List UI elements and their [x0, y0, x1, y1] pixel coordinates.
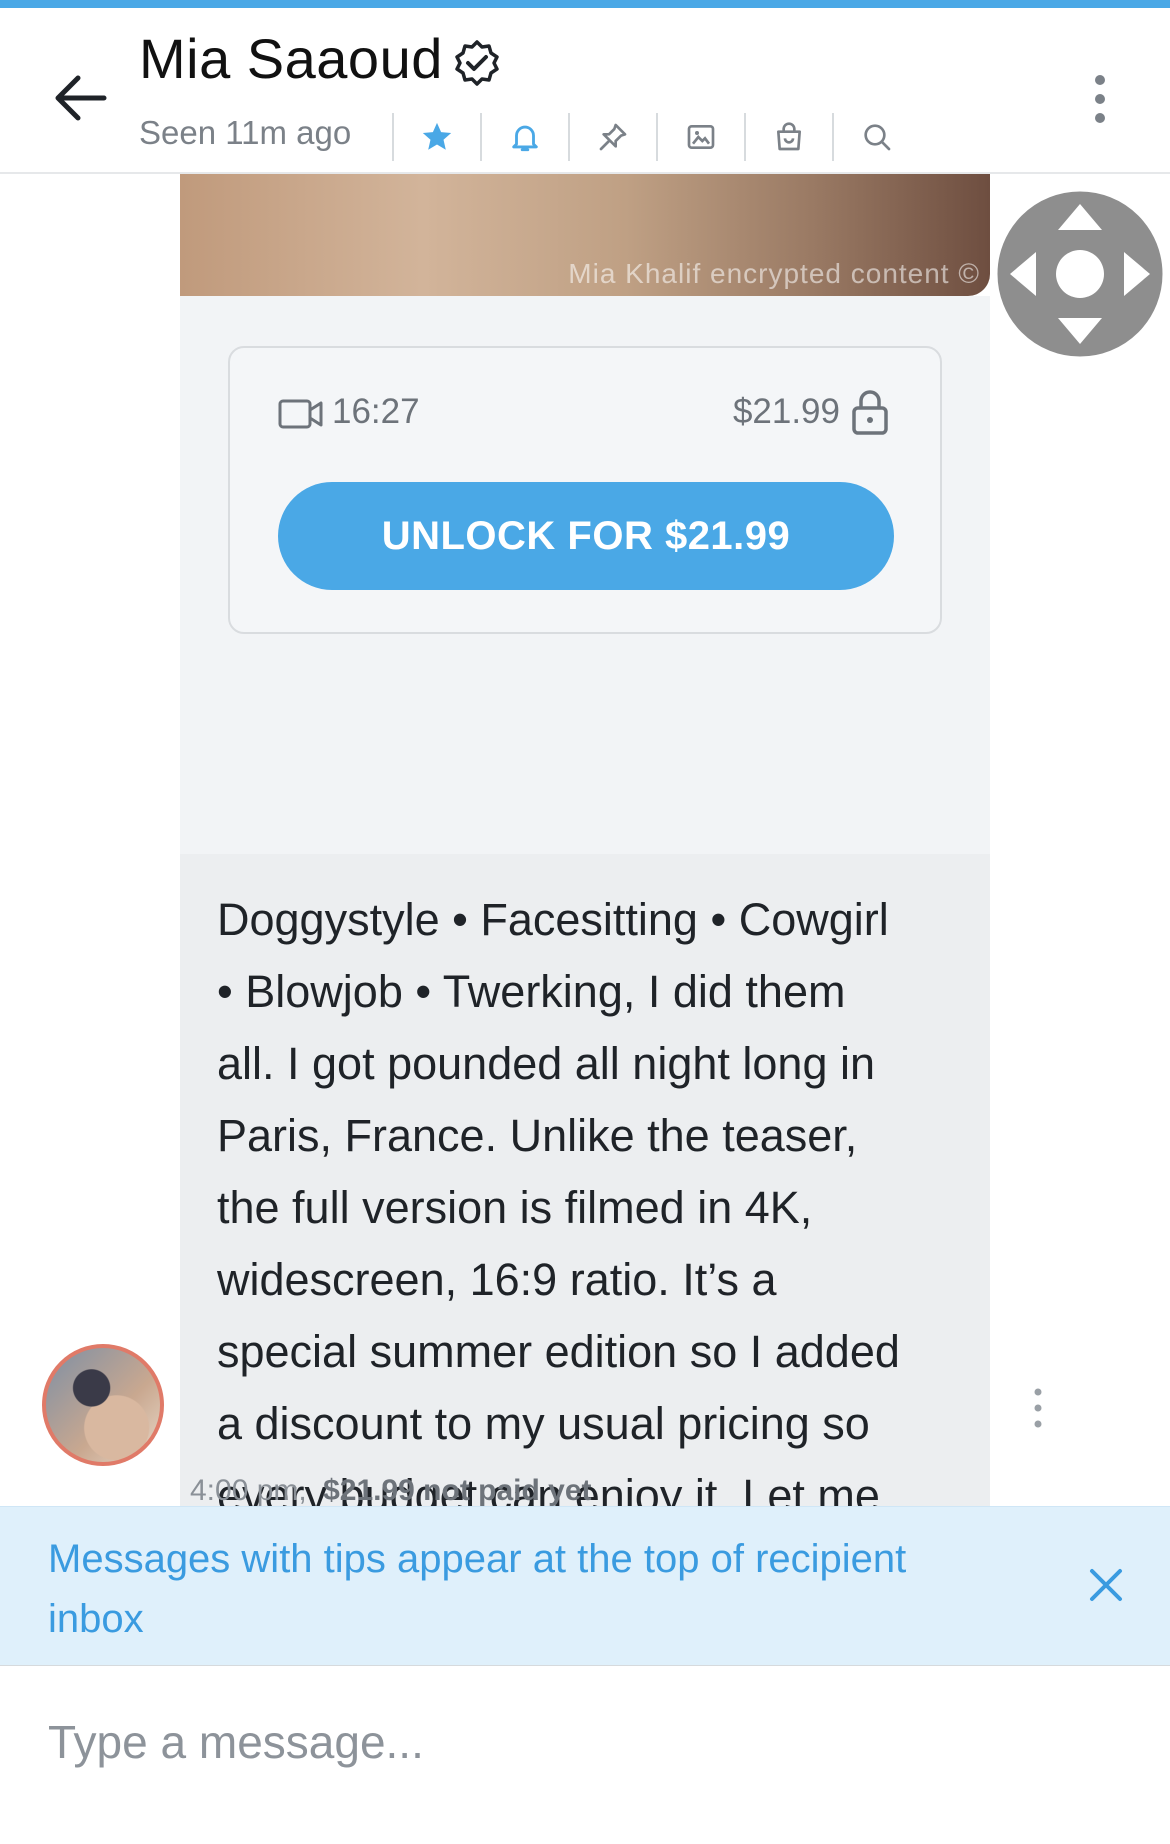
- navigation-dpad[interactable]: [994, 188, 1166, 360]
- back-arrow-icon[interactable]: [46, 62, 118, 134]
- header-actions: [368, 112, 896, 162]
- shopping-bag-icon[interactable]: [770, 118, 808, 156]
- tip-info-banner: Messages with tips appear at the top of …: [0, 1506, 1170, 1667]
- divider: [392, 113, 394, 161]
- more-options-icon[interactable]: [1080, 74, 1120, 124]
- divider: [568, 113, 570, 161]
- payment-status: $21.99 not paid yet: [323, 1474, 592, 1506]
- search-icon[interactable]: [858, 118, 896, 156]
- dpad-center-icon[interactable]: [1056, 250, 1104, 298]
- divider: [832, 113, 834, 161]
- unlock-button[interactable]: UNLOCK FOR $21.99: [278, 482, 894, 590]
- contact-name[interactable]: Mia Saaoud: [139, 26, 443, 91]
- divider: [744, 113, 746, 161]
- message-bubble: Doggystyle • Facesitting • Cowgirl • Blo…: [180, 854, 990, 1506]
- message-text: Doggystyle • Facesitting • Cowgirl • Blo…: [217, 894, 900, 1506]
- message-input[interactable]: [46, 1706, 1130, 1778]
- star-icon[interactable]: [418, 118, 456, 156]
- message-composer: [0, 1666, 1170, 1844]
- divider: [656, 113, 658, 161]
- locked-media-bubble: 16:27 $21.99 UNLOCK FOR $21.99: [180, 296, 990, 854]
- message-options-icon[interactable]: [1028, 1386, 1048, 1430]
- bell-icon[interactable]: [506, 118, 544, 156]
- top-accent-bar: [0, 0, 1170, 8]
- lock-icon: [850, 388, 890, 436]
- last-seen-status: Seen 11m ago: [139, 114, 352, 151]
- media-watermark: Mia Khalif encrypted content ©: [568, 258, 980, 289]
- video-duration: 16:27: [332, 392, 420, 431]
- image-icon[interactable]: [682, 118, 720, 156]
- pin-icon[interactable]: [594, 118, 632, 156]
- divider: [480, 113, 482, 161]
- message-meta: 4:00 pm, $21.99 not paid yet: [190, 1474, 592, 1506]
- media-price: $21.99: [732, 392, 840, 431]
- media-preview[interactable]: Mia Khalif encrypted content ©: [180, 174, 990, 296]
- banner-text: Messages with tips appear at the top of …: [48, 1537, 907, 1641]
- sender-avatar[interactable]: [42, 1344, 164, 1466]
- chat-thread[interactable]: Mia Khalif encrypted content © 16:27 $21…: [0, 174, 1170, 1506]
- locked-content-card: 16:27 $21.99 UNLOCK FOR $21.99: [228, 346, 942, 634]
- video-camera-icon: [278, 398, 324, 430]
- chat-header: Mia Saaoud Seen 11m ago: [0, 8, 1170, 174]
- verified-badge-icon: [452, 38, 502, 88]
- message-time: 4:00 pm,: [190, 1474, 307, 1506]
- close-icon[interactable]: [1084, 1563, 1128, 1607]
